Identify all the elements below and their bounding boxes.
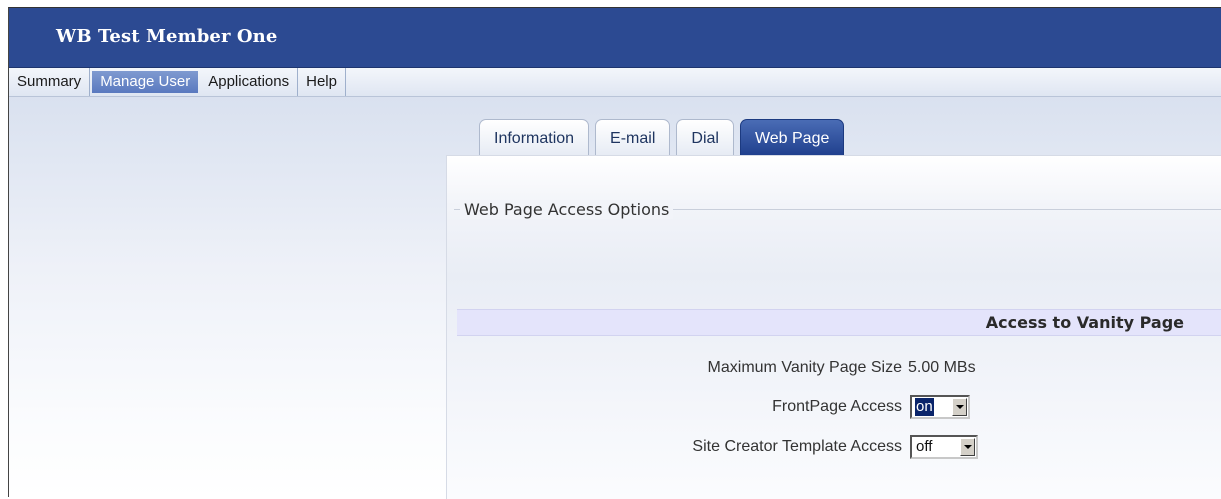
max-size-value: 5.00 MBs <box>908 359 976 376</box>
frontpage-access-row: FrontPage Access <box>457 395 902 419</box>
tab-web-page[interactable]: Web Page <box>739 119 845 156</box>
max-size-label: Maximum Vanity Page Size <box>707 359 902 376</box>
title-bar: WB Test Member One <box>9 8 1221 68</box>
tab-dial[interactable]: Dial <box>676 119 734 156</box>
max-size-row: Maximum Vanity Page Size <box>457 356 902 380</box>
frontpage-access-select[interactable]: on <box>910 395 970 419</box>
main-menu: Summary Manage User Applications Help <box>9 68 1221 97</box>
frontpage-access-value: on <box>915 398 934 416</box>
site-creator-access-select[interactable]: off <box>910 435 978 459</box>
frontpage-access-label: FrontPage Access <box>772 398 902 415</box>
menu-item-summary[interactable]: Summary <box>9 68 91 96</box>
tab-email[interactable]: E-mail <box>595 119 671 156</box>
fieldset-legend: Web Page Access Options <box>460 200 674 219</box>
site-creator-access-row: Site Creator Template Access <box>457 435 902 459</box>
dropdown-arrow-icon[interactable] <box>960 438 975 456</box>
web-page-panel: Web Page Access Options Access to Vanity… <box>446 155 1221 499</box>
site-creator-access-value: off <box>916 438 933 455</box>
site-creator-access-label: Site Creator Template Access <box>692 438 902 455</box>
member-name-title: WB Test Member One <box>56 26 278 47</box>
menu-item-manage-user[interactable]: Manage User <box>92 71 199 93</box>
settings-tabs: Information E-mail Dial Web Page <box>479 119 845 156</box>
section-title: Access to Vanity Page <box>985 313 1184 332</box>
section-header: Access to Vanity Page <box>457 309 1221 336</box>
dropdown-arrow-icon[interactable] <box>952 398 967 416</box>
tab-information[interactable]: Information <box>479 119 590 156</box>
app-window: WB Test Member One Summary Manage User A… <box>8 7 1221 499</box>
menu-item-applications[interactable]: Applications <box>200 68 299 96</box>
menu-item-help[interactable]: Help <box>298 68 346 96</box>
